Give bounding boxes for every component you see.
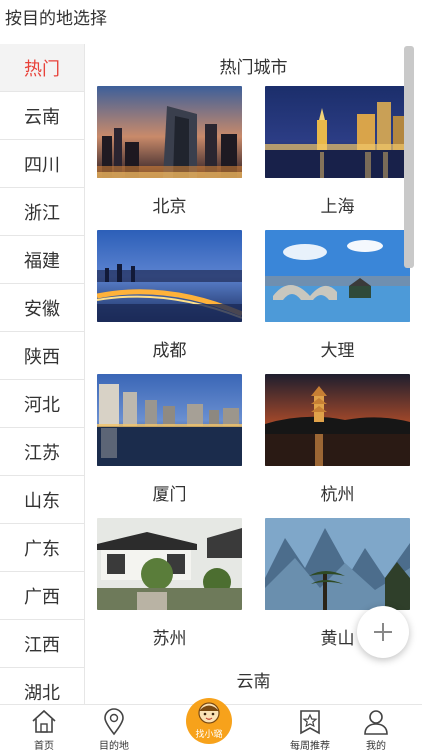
sidebar-item-guangdong[interactable]: 广东 <box>0 524 84 572</box>
city-name: 上海 <box>320 196 355 217</box>
sidebar-item-jiangxi[interactable]: 江西 <box>0 620 84 668</box>
page-header: 按目的地选择 <box>0 0 422 42</box>
sidebar-item-label: 浙江 <box>24 202 60 224</box>
city-card-dali[interactable]: 大理 <box>265 230 410 374</box>
section-title: 热门城市 <box>85 44 422 86</box>
province-sidebar[interactable]: 热门 云南 四川 浙江 福建 安徽 陕西 河北 江苏 山东 广东 广西 江西 湖… <box>0 44 85 704</box>
center-tab-label: 找小璐 <box>195 730 223 740</box>
tab-label: 目的地 <box>99 741 129 750</box>
city-name: 苏州 <box>152 628 187 649</box>
plus-icon <box>374 623 392 641</box>
star-badge-icon <box>300 710 320 735</box>
city-card-beijing[interactable]: 北京 <box>97 86 242 230</box>
stone-bridge-lake-photo <box>265 230 410 322</box>
sidebar-item-yunnan[interactable]: 云南 <box>0 92 84 140</box>
tab-destination[interactable]: 目的地 <box>72 705 156 750</box>
tab-profile[interactable]: 我的 <box>334 705 418 750</box>
city-card-suzhou[interactable]: 苏州 <box>97 518 242 662</box>
city-name: 大理 <box>320 340 355 361</box>
city-name: 成都 <box>152 340 187 361</box>
sidebar-item-zhejiang[interactable]: 浙江 <box>0 188 84 236</box>
bund-night-photo <box>265 86 410 178</box>
classical-garden-photo <box>97 518 242 610</box>
user-icon <box>364 710 388 735</box>
pagoda-sunset-photo <box>265 374 410 466</box>
sidebar-item-label: 广东 <box>24 538 60 560</box>
sidebar-item-label: 云南 <box>24 106 60 128</box>
sidebar-item-hot[interactable]: 热门 <box>0 44 84 92</box>
city-card-shanghai[interactable]: 上海 <box>265 86 410 230</box>
location-pin-icon <box>104 708 124 736</box>
sidebar-item-shaanxi[interactable]: 陕西 <box>0 332 84 380</box>
city-list-panel[interactable]: 热门城市 北京 上海 成都 大理 厦门 杭州 苏州 黄山 云南 <box>85 44 422 704</box>
sidebar-item-hebei[interactable]: 河北 <box>0 380 84 428</box>
sidebar-item-label: 湖北 <box>24 682 60 704</box>
tab-find-xiaolu[interactable]: 找小璐 <box>186 698 232 744</box>
sidebar-item-label: 热门 <box>24 58 60 80</box>
city-grid: 北京 上海 成都 大理 厦门 杭州 苏州 黄山 <box>85 86 422 662</box>
city-card-chengdu[interactable]: 成都 <box>97 230 242 374</box>
city-name: 厦门 <box>152 484 187 505</box>
sidebar-item-label: 安徽 <box>24 298 60 320</box>
night-skyline-photo <box>97 86 242 178</box>
section-title-text: 热门城市 <box>219 57 288 78</box>
sidebar-item-label: 陕西 <box>24 346 60 368</box>
sidebar-item-sichuan[interactable]: 四川 <box>0 140 84 188</box>
sidebar-item-label: 河北 <box>24 394 60 416</box>
sidebar-item-hubei[interactable]: 湖北 <box>0 668 84 704</box>
sidebar-item-label: 福建 <box>24 250 60 272</box>
page-title: 按目的地选择 <box>5 9 107 29</box>
sidebar-item-guangxi[interactable]: 广西 <box>0 572 84 620</box>
sidebar-item-label: 四川 <box>24 154 60 176</box>
next-section-title: 云南 <box>85 664 422 694</box>
mascot-face-icon <box>198 702 220 724</box>
sidebar-item-label: 山东 <box>24 490 60 512</box>
app-root: 按目的地选择 热门 云南 四川 浙江 福建 安徽 陕西 河北 江苏 山东 广东 … <box>0 0 422 750</box>
city-name: 北京 <box>152 196 187 217</box>
mountain-pine-photo <box>265 518 410 610</box>
sidebar-item-shandong[interactable]: 山东 <box>0 476 84 524</box>
tab-label: 我的 <box>366 741 386 750</box>
city-card-hangzhou[interactable]: 杭州 <box>265 374 410 518</box>
next-section-title-text: 云南 <box>236 671 271 692</box>
sidebar-item-jiangsu[interactable]: 江苏 <box>0 428 84 476</box>
city-name: 杭州 <box>320 484 355 505</box>
sidebar-item-label: 江苏 <box>24 442 60 464</box>
home-icon <box>32 709 56 733</box>
sidebar-item-label: 江西 <box>24 634 60 656</box>
sidebar-item-anhui[interactable]: 安徽 <box>0 284 84 332</box>
waterfront-towers-photo <box>97 374 242 466</box>
sidebar-item-label: 广西 <box>24 586 60 608</box>
add-button[interactable] <box>357 606 409 658</box>
city-bridge-lights-photo <box>97 230 242 322</box>
sidebar-item-fujian[interactable]: 福建 <box>0 236 84 284</box>
scrollbar-thumb[interactable] <box>404 46 414 268</box>
city-card-xiamen[interactable]: 厦门 <box>97 374 242 518</box>
